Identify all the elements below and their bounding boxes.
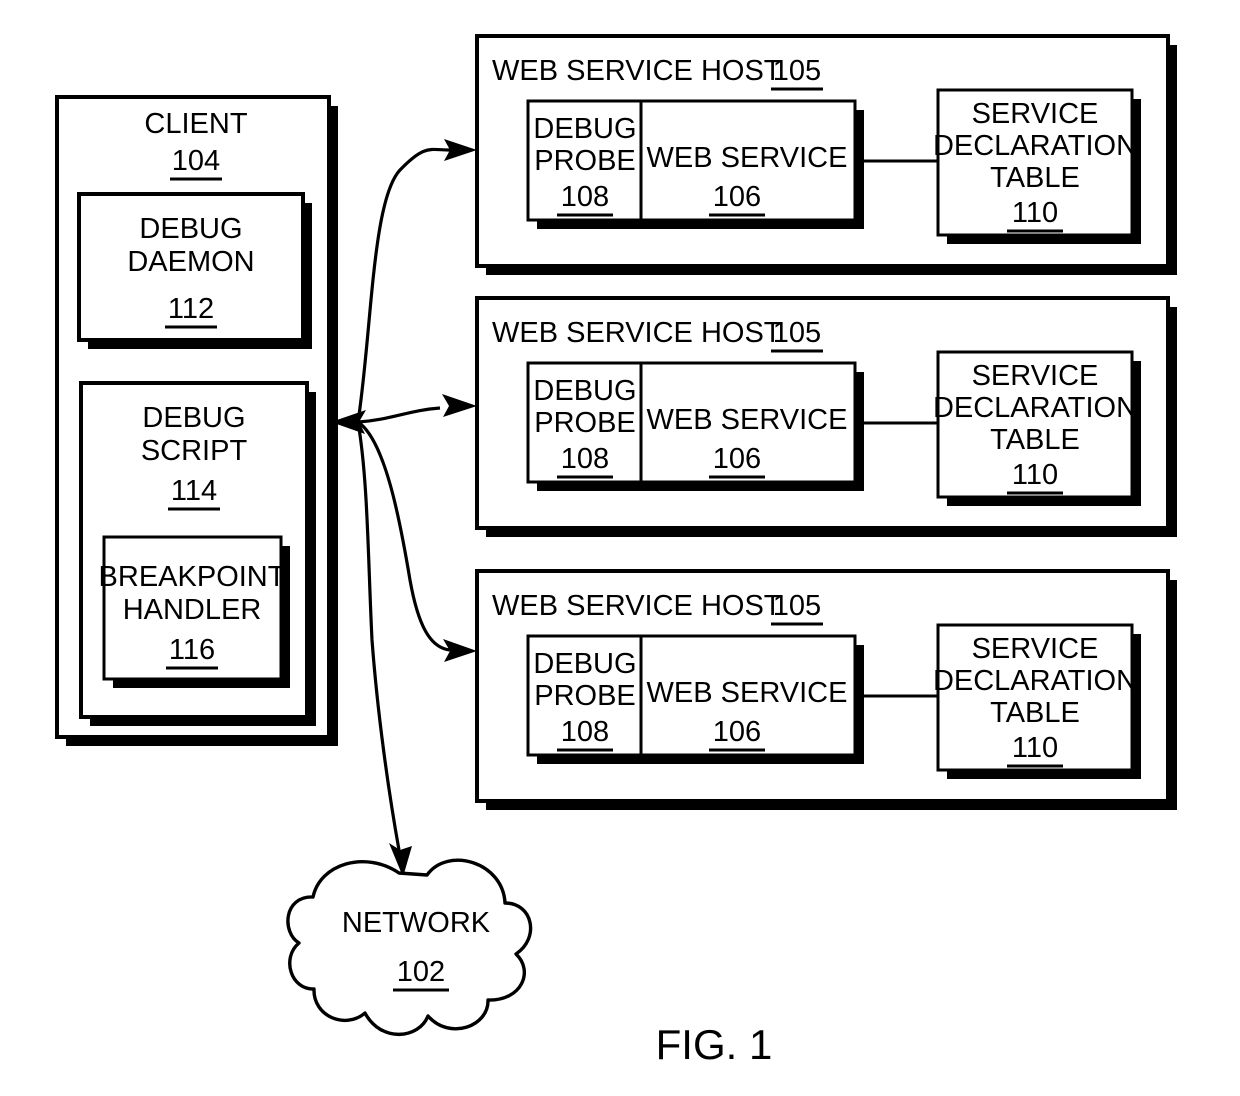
figure-canvas: CLIENT 104 DEBUG DAEMON 112 DEBUG SCRIPT… (0, 0, 1240, 1096)
host-1-debug-probe-line2: PROBE (534, 145, 636, 177)
host-2-title: WEB SERVICE HOST (492, 317, 782, 349)
breakpoint-handler-ref: 116 (169, 634, 215, 666)
host-3-table-line1: SERVICE (972, 633, 1099, 665)
figure-1-diagram: CLIENT 104 DEBUG DAEMON 112 DEBUG SCRIPT… (55, 34, 1177, 1068)
host-3-ref: 105 (773, 590, 821, 622)
host-2-debug-probe-line2: PROBE (534, 407, 636, 439)
host-3-service-group: DEBUG PROBE 108 WEB SERVICE 106 (526, 634, 864, 764)
debug-script-line1: DEBUG (142, 402, 245, 434)
debug-daemon-line1: DEBUG (139, 213, 242, 245)
breakpoint-handler-line2: HANDLER (123, 594, 262, 626)
host-2-table-line1: SERVICE (972, 360, 1099, 392)
debug-script-ref: 114 (171, 475, 217, 507)
host-3-web-service-label: WEB SERVICE (647, 677, 848, 709)
host-1-service-group: DEBUG PROBE 108 WEB SERVICE 106 (526, 99, 864, 229)
host-3-table-ref: 110 (1012, 732, 1058, 764)
host-1-web-service-label: WEB SERVICE (647, 142, 848, 174)
breakpoint-handler-line1: BREAKPOINT (99, 561, 286, 593)
connector-group (331, 139, 477, 877)
host-2-table-ref: 110 (1012, 459, 1058, 491)
host-1-web-service-ref: 106 (713, 181, 761, 213)
network-cloud-shape (286, 858, 533, 1037)
client-label: CLIENT (144, 108, 247, 140)
host-3-debug-probe-line1: DEBUG (533, 648, 636, 680)
host-3-debug-probe-ref: 108 (561, 716, 609, 748)
network-label: NETWORK (342, 907, 491, 939)
host-2-table-line3: TABLE (990, 424, 1080, 456)
breakpoint-handler-block: BREAKPOINT HANDLER 116 (99, 535, 290, 688)
debug-script-block: DEBUG SCRIPT 114 BREAKPOINT HANDLER 116 (79, 381, 316, 726)
host-3-debug-probe-line2: PROBE (534, 680, 636, 712)
host-2-debug-probe-line1: DEBUG (533, 375, 636, 407)
host-3-title: WEB SERVICE HOST (492, 590, 782, 622)
arrowhead-to-host-2 (442, 394, 477, 417)
host-1-debug-probe-ref: 108 (561, 181, 609, 213)
host-2-declaration-table: SERVICE DECLARATION TABLE 110 (933, 350, 1141, 506)
host-1-table-line3: TABLE (990, 162, 1080, 194)
figure-label: FIG. 1 (656, 1021, 773, 1068)
client-block: CLIENT 104 DEBUG DAEMON 112 DEBUG SCRIPT… (55, 95, 338, 746)
debug-daemon-block: DEBUG DAEMON 112 (77, 192, 312, 349)
client-ref: 104 (172, 145, 220, 177)
connector-client-to-host-2 (357, 406, 441, 424)
host-1-ref: 105 (773, 55, 821, 87)
host-1-debug-probe-line1: DEBUG (533, 113, 636, 145)
host-2-ref: 105 (773, 317, 821, 349)
web-service-host-2: WEB SERVICE HOST 105 DEBUG PROBE 108 WEB… (475, 296, 1177, 537)
host-1-title: WEB SERVICE HOST (492, 55, 782, 87)
debug-daemon-line2: DAEMON (127, 246, 254, 278)
host-3-table-line3: TABLE (990, 697, 1080, 729)
debug-daemon-ref: 112 (168, 293, 214, 325)
debug-script-line2: SCRIPT (141, 435, 248, 467)
host-2-table-line2: DECLARATION (933, 392, 1137, 424)
host-3-declaration-table: SERVICE DECLARATION TABLE 110 (933, 623, 1141, 779)
connector-client-to-network (356, 421, 401, 851)
host-2-service-group: DEBUG PROBE 108 WEB SERVICE 106 (526, 361, 864, 491)
host-1-table-line1: SERVICE (972, 98, 1099, 130)
host-1-declaration-table: SERVICE DECLARATION TABLE 110 (933, 88, 1141, 244)
host-3-web-service-ref: 106 (713, 716, 761, 748)
connector-client-to-host-1 (356, 147, 451, 423)
host-1-table-line2: DECLARATION (933, 130, 1137, 162)
network-ref: 102 (397, 956, 445, 988)
host-2-web-service-label: WEB SERVICE (647, 404, 848, 436)
web-service-host-1: WEB SERVICE HOST 105 DEBUG PROBE 108 WEB… (475, 34, 1177, 275)
host-1-table-ref: 110 (1012, 197, 1058, 229)
host-3-table-line2: DECLARATION (933, 665, 1137, 697)
host-2-debug-probe-ref: 108 (561, 443, 609, 475)
network-cloud: NETWORK 102 (286, 858, 533, 1037)
host-2-web-service-ref: 106 (713, 443, 761, 475)
web-service-host-3: WEB SERVICE HOST 105 DEBUG PROBE 108 WEB… (475, 569, 1177, 810)
